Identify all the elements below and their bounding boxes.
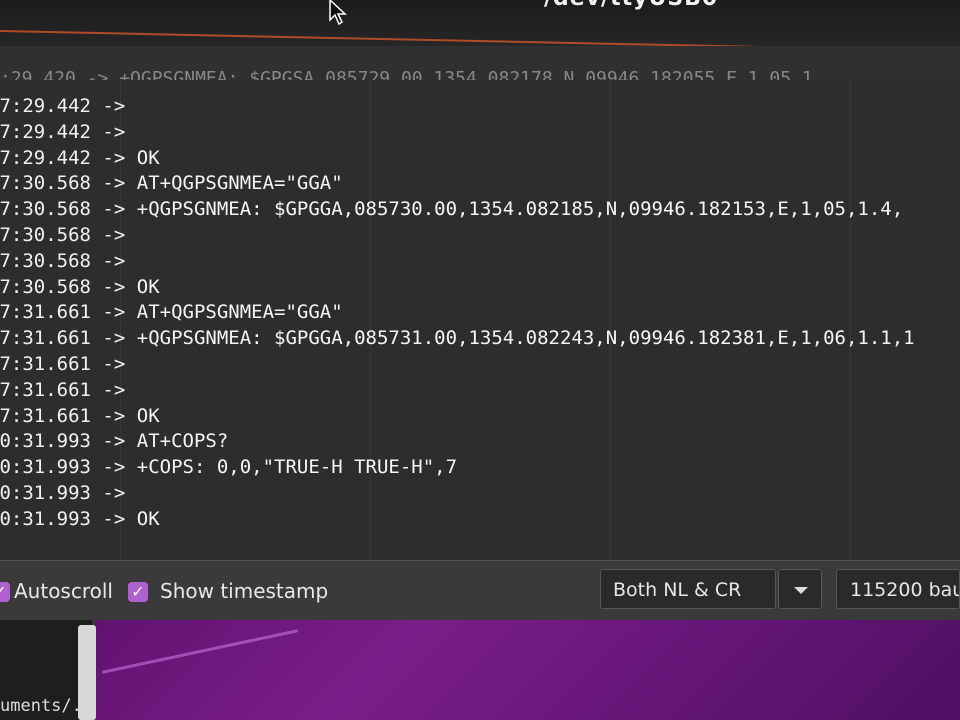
line-arrow: -> [102,456,126,479]
line-timestamp: 57:30.568 [0,249,91,272]
show-timestamp-label: Show timestamp [160,579,329,603]
line-arrow: -> [102,146,126,169]
line-timestamp: 57:30.568 [0,275,91,298]
line-arrow: -> [102,301,126,324]
serial-output-area[interactable]: 57:29.442 -> 57:29.442 -> 57:29.442 -> O… [0,80,960,560]
desktop-wallpaper-streak [101,629,299,674]
output-line: 57:30.568 -> +QGPSGNMEA: $GPGGA,085730.0… [0,197,915,223]
window-title: /dev/ttyUSB0 [544,0,718,11]
line-message: OK [136,275,160,298]
output-line: 57:29.442 -> OK [0,146,915,172]
line-timestamp: 57:30.568 [0,172,91,195]
line-arrow: -> [102,95,126,117]
line-arrow: -> [102,327,126,350]
show-timestamp-checkbox[interactable]: ✓ [128,582,148,602]
line-arrow: -> [102,172,126,195]
line-arrow: -> [102,249,126,272]
line-timestamp: 00:31.993 [0,507,91,530]
line-message: +QGPSGNMEA: $GPGGA,085730.00,1354.082185… [136,198,904,221]
output-line: 57:30.568 -> AT+QGPSGNMEA="GGA" [0,171,915,197]
line-timestamp: 00:31.993 [0,456,91,479]
output-line: 57:31.661 -> [0,378,915,404]
line-timestamp: 57:29.442 [0,95,91,117]
output-line: 00:31.993 -> +COPS: 0,0,"TRUE-H TRUE-H",… [0,455,915,481]
line-timestamp: 00:31.993 [0,481,91,504]
output-line: 00:31.993 -> [0,481,915,507]
output-line: 57:30.568 -> OK [0,275,915,301]
screen: /dev/ttyUSB0 :29.420 -> +QGPSGNMEA: $GPG… [0,0,960,720]
output-line: 00:31.993 -> AT+COPS? [0,429,915,455]
line-arrow: -> [102,481,126,504]
line-message: +QGPSGNMEA: $GPGGA,085731.00,1354.082243… [136,327,915,350]
line-timestamp: 57:31.661 [0,301,91,324]
line-timestamp: 57:31.661 [0,327,91,350]
baud-rate-select[interactable]: 115200 baud [836,569,960,609]
line-timestamp: 57:30.568 [0,223,91,246]
line-arrow: -> [102,404,126,427]
autoscroll-label: Autoscroll [14,579,113,603]
line-arrow: -> [102,120,126,143]
line-arrow: -> [102,275,126,298]
output-line: 57:31.661 -> OK [0,404,915,430]
serial-monitor-bottom-bar: ✓ Autoscroll ✓ Show timestamp Both NL & … [0,560,960,621]
output-line: 57:30.568 -> [0,223,915,249]
background-terminal-text: uments/. [0,696,82,716]
line-timestamp: 57:29.442 [0,146,91,169]
line-arrow: -> [102,223,126,246]
send-input-row[interactable]: :29.420 -> +QGPSGNMEA: $GPGSA,085729.00,… [0,46,960,89]
line-ending-dropdown-button[interactable] [778,569,822,609]
line-message: OK [136,146,160,169]
line-message: AT+COPS? [136,430,229,453]
line-timestamp: 57:31.661 [0,378,91,401]
output-line: 57:31.661 -> [0,352,915,378]
line-ending-select[interactable]: Both NL & CR [600,569,776,609]
background-terminal-scrollbar [78,625,96,720]
line-ending-value: Both NL & CR [613,579,742,601]
output-line: 57:31.661 -> AT+QGPSGNMEA="GGA" [0,300,915,326]
line-message: +COPS: 0,0,"TRUE-H TRUE-H",7 [136,456,458,479]
line-message: AT+QGPSGNMEA="GGA" [136,301,343,324]
line-message: OK [136,404,160,427]
autoscroll-checkbox[interactable]: ✓ [0,582,10,602]
output-line: 57:29.442 -> [0,94,915,120]
line-arrow: -> [102,430,126,453]
line-timestamp: 57:30.568 [0,198,91,221]
line-timestamp: 57:31.661 [0,352,91,375]
line-arrow: -> [102,378,126,401]
mouse-cursor-icon [329,0,347,26]
line-message: OK [136,507,160,530]
line-timestamp: 57:31.661 [0,404,91,427]
serial-output-lines: 57:29.442 -> 57:29.442 -> 57:29.442 -> O… [0,94,915,533]
output-line: 57:30.568 -> [0,249,915,275]
output-line: 57:29.442 -> [0,120,915,146]
line-arrow: -> [102,507,126,530]
line-arrow: -> [102,198,126,221]
baud-rate-value: 115200 baud [850,579,959,601]
desktop-background [0,620,960,720]
output-line: 57:31.661 -> +QGPSGNMEA: $GPGGA,085731.0… [0,326,915,352]
chevron-down-icon [794,587,808,594]
line-arrow: -> [102,352,126,375]
output-line: 00:31.993 -> OK [0,507,915,533]
line-timestamp: 57:29.442 [0,120,91,143]
line-message: AT+QGPSGNMEA="GGA" [136,172,343,195]
line-timestamp: 00:31.993 [0,430,91,453]
